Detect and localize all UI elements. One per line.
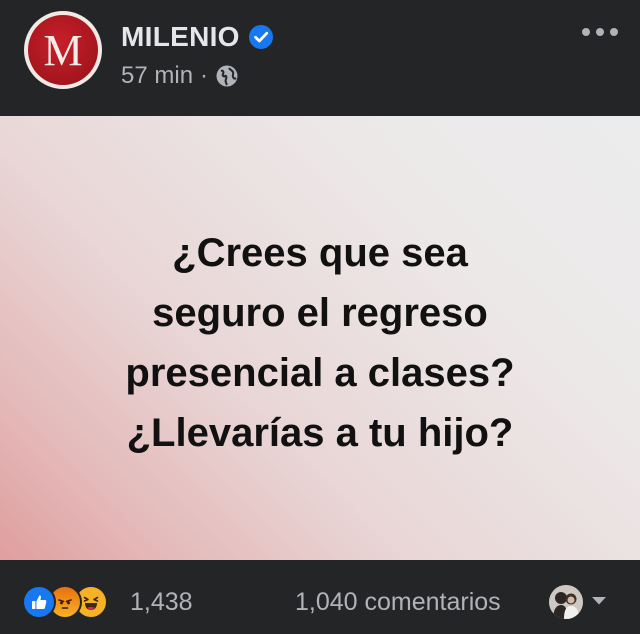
reaction-count[interactable]: 1,438: [130, 588, 193, 617]
milenio-m-logo-icon: M: [43, 26, 82, 75]
chevron-down-icon[interactable]: [591, 596, 607, 606]
question-line: ¿Llevarías a tu hijo?: [126, 411, 514, 455]
verified-badge-icon: [248, 25, 273, 49]
question-line: presencial a clases?: [125, 351, 515, 395]
milenio-logo: M: [28, 15, 98, 85]
comment-count[interactable]: 1,040 comentarios: [295, 588, 501, 617]
post-content-card[interactable]: ¿Crees que sea seguro el regreso presenc…: [0, 116, 640, 560]
like-icon: [22, 585, 56, 619]
page-name[interactable]: MILENIO: [121, 21, 240, 53]
question-line: seguro el regreso: [152, 291, 488, 335]
more-options-icon[interactable]: [582, 22, 618, 42]
page-avatar[interactable]: M: [24, 11, 102, 89]
page-name-row: MILENIO: [121, 21, 274, 53]
reactions-summary[interactable]: [22, 585, 108, 619]
viewer-avatar[interactable]: [549, 585, 583, 619]
post-header: M MILENIO 57 min ·: [0, 0, 640, 116]
meta-separator: ·: [200, 62, 209, 89]
svg-text:M: M: [43, 26, 82, 75]
post-time[interactable]: 57 min: [121, 62, 193, 90]
question-line: ¿Crees que sea: [172, 231, 468, 275]
facebook-post: M MILENIO 57 min · ¿Crees que sea seguro…: [0, 0, 640, 634]
globe-icon[interactable]: [215, 64, 239, 88]
post-question-text: ¿Crees que sea seguro el regreso presenc…: [125, 223, 514, 463]
post-meta: 57 min ·: [121, 62, 239, 90]
